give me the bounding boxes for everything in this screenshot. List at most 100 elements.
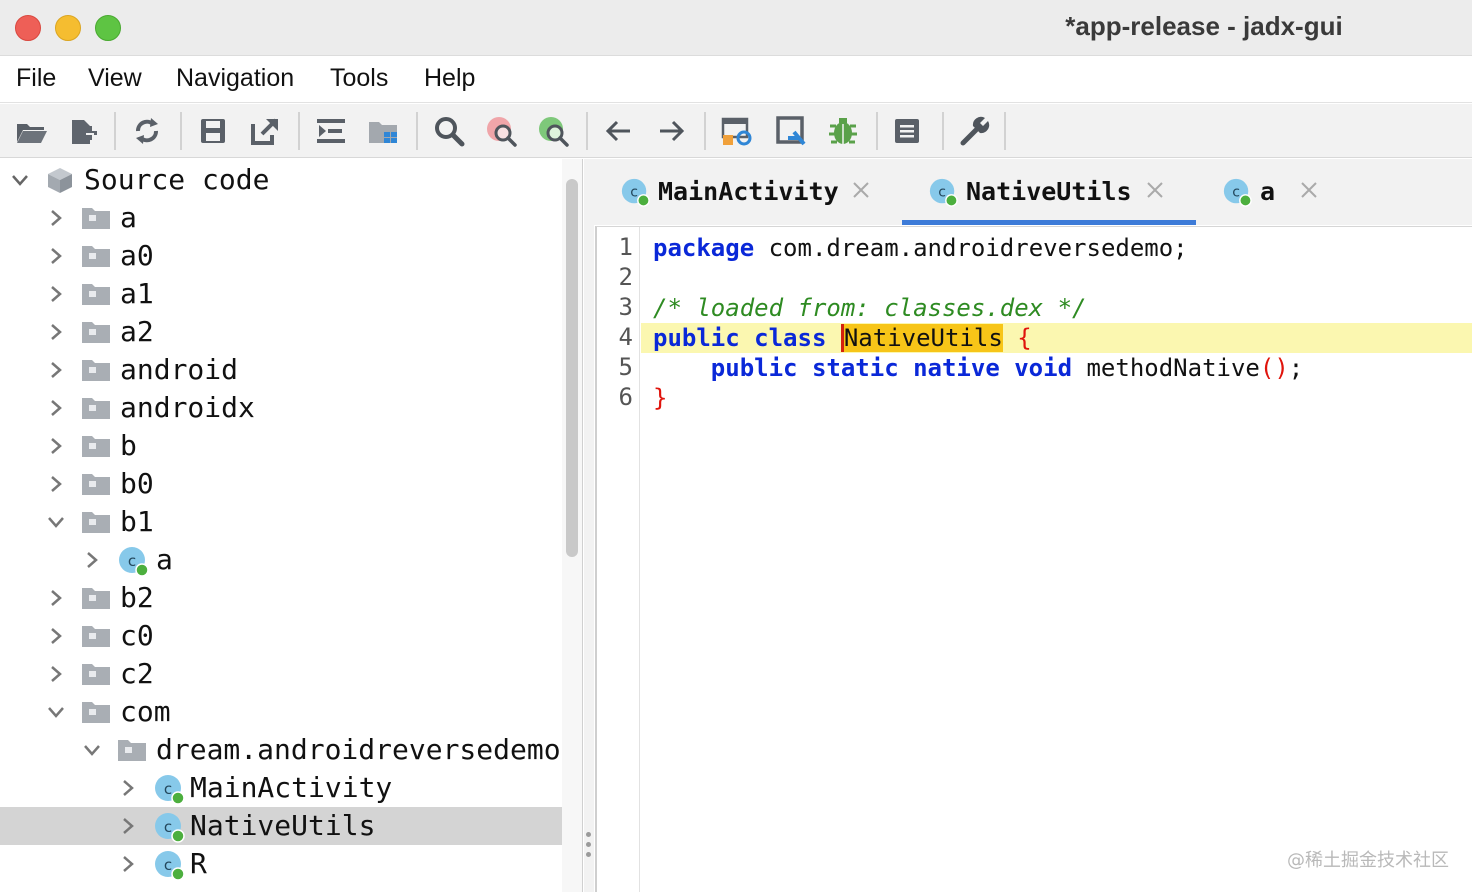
toolbar <box>0 104 1472 158</box>
tree-row[interactable]: com <box>0 693 562 731</box>
tree-row[interactable]: Source code <box>0 161 562 199</box>
tab-mainactivity[interactable]: c MainActivity <box>620 173 880 225</box>
svg-text:c: c <box>164 818 172 836</box>
chevron-right-icon[interactable] <box>118 854 138 874</box>
tree-row[interactable]: b1 <box>0 503 562 541</box>
tree-row[interactable]: c a <box>0 541 562 579</box>
forward-arrow-icon[interactable] <box>654 114 688 148</box>
search-usage-icon[interactable] <box>536 114 570 148</box>
code-line-1: package com.dream.androidreversedemo; <box>653 233 1188 263</box>
search-class-icon[interactable] <box>484 114 518 148</box>
tab-nativeutils[interactable]: c NativeUtils <box>928 173 1188 225</box>
sync-code-icon[interactable] <box>314 114 348 148</box>
chevron-right-icon[interactable] <box>46 474 66 494</box>
package-folder-icon <box>82 700 110 724</box>
package-folder-icon <box>82 586 110 610</box>
chevron-right-icon[interactable] <box>46 284 66 304</box>
tab-a[interactable]: c a <box>1222 173 1322 225</box>
split-pane-divider[interactable] <box>584 159 594 892</box>
tree-label: a <box>156 543 173 576</box>
back-arrow-icon[interactable] <box>602 114 636 148</box>
tree-row[interactable]: b <box>0 427 562 465</box>
method-name[interactable]: methodNative <box>1072 354 1259 382</box>
tree-row[interactable]: b0 <box>0 465 562 503</box>
class-name-selection[interactable]: NativeUtils <box>840 324 1003 352</box>
tree-label: com <box>120 695 171 728</box>
chevron-right-icon[interactable] <box>46 208 66 228</box>
chevron-right-icon[interactable] <box>46 626 66 646</box>
close-tab-icon[interactable] <box>1298 179 1320 201</box>
open-folder-icon[interactable] <box>14 114 48 148</box>
chevron-right-icon[interactable] <box>46 588 66 608</box>
tree-row[interactable]: a2 <box>0 313 562 351</box>
tab-label: NativeUtils <box>966 177 1132 206</box>
chevron-right-icon[interactable] <box>118 816 138 836</box>
chevron-down-icon[interactable] <box>46 702 66 722</box>
tree-scrollbar-thumb[interactable] <box>566 179 578 557</box>
menu-tools[interactable]: Tools <box>330 64 388 93</box>
line-number: 6 <box>618 383 633 411</box>
tree-label: NativeUtils <box>190 809 376 842</box>
search-icon[interactable] <box>432 114 466 148</box>
menu-file[interactable]: File <box>16 64 56 93</box>
folder-grid-icon[interactable] <box>366 114 400 148</box>
tree-row[interactable]: dream.androidreversedemo <box>0 731 562 769</box>
chevron-right-icon[interactable] <box>46 246 66 266</box>
save-icon[interactable] <box>196 114 230 148</box>
menu-help[interactable]: Help <box>424 64 475 93</box>
title-bar: *app-release - jadx-gui <box>0 0 1472 56</box>
tree-row[interactable]: b2 <box>0 579 562 617</box>
package-folder-icon <box>82 662 110 686</box>
tree-row[interactable]: c0 <box>0 617 562 655</box>
chevron-right-icon[interactable] <box>82 550 102 570</box>
tree-label: b0 <box>120 467 154 500</box>
class-icon: c <box>1222 177 1252 207</box>
keyword-modifiers: public static native void <box>710 354 1073 382</box>
tree-row[interactable]: c2 <box>0 655 562 693</box>
close-tab-icon[interactable] <box>850 179 872 201</box>
wrench-icon[interactable] <box>958 114 992 148</box>
quark-analysis-icon[interactable] <box>774 114 808 148</box>
chevron-down-icon[interactable] <box>82 740 102 760</box>
log-viewer-icon[interactable] <box>890 114 924 148</box>
project-tree[interactable]: Source code a a0 a1 a2 android androidx <box>0 159 583 892</box>
splitter-grip-dot <box>586 842 591 847</box>
tree-row-selected[interactable]: c NativeUtils <box>0 807 562 845</box>
menu-navigation[interactable]: Navigation <box>176 64 294 93</box>
chevron-right-icon[interactable] <box>46 436 66 456</box>
tree-row[interactable]: c R <box>0 845 562 883</box>
tree-row[interactable]: a1 <box>0 275 562 313</box>
tree-row[interactable]: a <box>0 199 562 237</box>
deobfuscation-icon[interactable] <box>720 114 754 148</box>
tree-label: b2 <box>120 581 154 614</box>
add-files-icon[interactable] <box>66 114 100 148</box>
bug-icon[interactable] <box>826 114 860 148</box>
code-editor[interactable]: 1 2 3 4 5 6 package com.dream.androidrev… <box>595 226 1472 892</box>
chevron-down-icon[interactable] <box>46 512 66 532</box>
package-folder-icon <box>82 434 110 458</box>
svg-text:c: c <box>1232 185 1240 201</box>
class-icon: c <box>928 177 958 207</box>
menu-view[interactable]: View <box>88 64 142 93</box>
tree-row[interactable]: c MainActivity <box>0 769 562 807</box>
tree-row[interactable]: androidx <box>0 389 562 427</box>
export-icon[interactable] <box>248 114 282 148</box>
tree-label: Source code <box>84 163 270 196</box>
chevron-right-icon[interactable] <box>46 360 66 380</box>
chevron-right-icon[interactable] <box>46 398 66 418</box>
window-title: *app-release - jadx-gui <box>1065 11 1343 41</box>
line-number-gutter: 1 2 3 4 5 6 <box>597 227 640 892</box>
close-tab-icon[interactable] <box>1144 179 1166 201</box>
chevron-right-icon[interactable] <box>118 778 138 798</box>
class-icon: c <box>153 811 185 843</box>
svg-text:c: c <box>164 856 172 874</box>
chevron-down-icon[interactable] <box>10 170 30 190</box>
chevron-right-icon[interactable] <box>46 664 66 684</box>
tree-row[interactable]: a0 <box>0 237 562 275</box>
tree-row[interactable]: android <box>0 351 562 389</box>
svg-text:c: c <box>630 185 638 201</box>
svg-text:c: c <box>164 780 172 798</box>
tree-label: androidx <box>120 391 255 424</box>
chevron-right-icon[interactable] <box>46 322 66 342</box>
reload-icon[interactable] <box>130 114 164 148</box>
